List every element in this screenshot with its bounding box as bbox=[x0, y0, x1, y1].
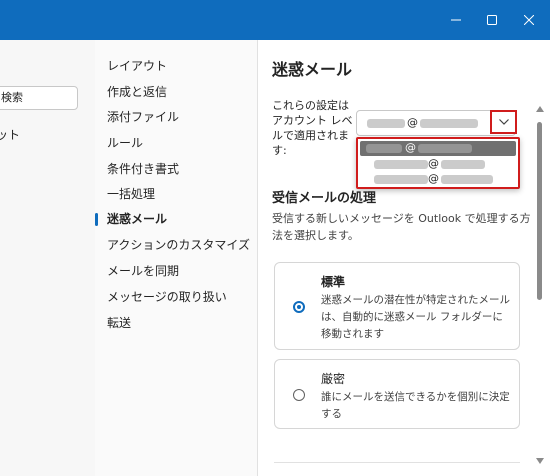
section-description: 受信する新しいメッセージを Outlook で処理する方法を選択します。 bbox=[272, 212, 531, 242]
option-strict-description: 誰にメールを送信できるかを個別に決定する bbox=[321, 391, 510, 420]
blurred-option-domain bbox=[441, 160, 485, 169]
title-bar bbox=[0, 0, 550, 40]
nav-item-conditional[interactable]: 条件付き書式 bbox=[107, 160, 179, 178]
account-label: これらの設定はアカウント レベルで適用されます: bbox=[272, 99, 353, 157]
settings-search-input[interactable]: 検索 bbox=[0, 86, 78, 110]
nav-item-junk-email[interactable]: 迷惑メール bbox=[107, 210, 167, 228]
scroll-up-icon[interactable] bbox=[536, 106, 544, 112]
option-strict[interactable]: 厳密 誰にメールを送信できるかを個別に決定する bbox=[274, 359, 520, 429]
settings-panel: 迷惑メール これらの設定はアカウント レベルで適用されます: @ @ @ @ 受… bbox=[258, 40, 550, 476]
blurred-option-domain bbox=[418, 144, 472, 153]
account-dropdown-list: @ @ @ bbox=[356, 137, 520, 189]
option-at-symbol: @ bbox=[428, 172, 439, 185]
section-title: 受信メールの処理 bbox=[272, 191, 377, 206]
nav-active-indicator bbox=[95, 213, 98, 226]
left-pane: 検索 ット bbox=[0, 40, 95, 476]
nav-item-customize-actions[interactable]: アクションのカスタマイズ bbox=[107, 236, 250, 254]
dropdown-option[interactable]: @ bbox=[360, 141, 516, 156]
minimize-icon bbox=[450, 19, 461, 21]
minimize-button[interactable] bbox=[437, 0, 474, 40]
blurred-account-domain bbox=[420, 119, 478, 128]
dropdown-option[interactable]: @ bbox=[360, 157, 516, 172]
settings-nav: レイアウト 作成と返信 添付ファイル ルール 条件付き書式 一括処理 迷惑メール… bbox=[95, 40, 258, 476]
nav-item-layout[interactable]: レイアウト bbox=[107, 57, 167, 75]
close-icon bbox=[523, 15, 534, 25]
blurred-option-domain bbox=[441, 175, 493, 184]
scrollbar-thumb[interactable] bbox=[537, 122, 542, 300]
option-at-symbol: @ bbox=[428, 157, 439, 170]
option-standard-description: 迷惑メールの潜在性が特定されたメールは、自動的に迷惑メール フォルダーに移動され… bbox=[321, 294, 510, 340]
page-title: 迷惑メール bbox=[272, 60, 353, 79]
option-strict-title: 厳密 bbox=[321, 372, 346, 386]
nav-item-attachments[interactable]: 添付ファイル bbox=[107, 108, 179, 126]
close-button[interactable] bbox=[510, 0, 547, 40]
nav-item-rules[interactable]: ルール bbox=[107, 134, 143, 152]
divider bbox=[274, 462, 520, 463]
option-standard[interactable]: 標準 迷惑メールの潜在性が特定されたメールは、自動的に迷惑メール フォルダーに移… bbox=[274, 262, 520, 350]
option-at-symbol: @ bbox=[405, 141, 416, 154]
dropdown-option[interactable]: @ bbox=[360, 172, 516, 187]
nav-item-forwarding[interactable]: 転送 bbox=[107, 314, 131, 332]
option-standard-title: 標準 bbox=[321, 275, 346, 289]
maximize-icon bbox=[486, 15, 497, 25]
chevron-down-icon bbox=[498, 119, 509, 125]
nav-item-message-handling[interactable]: メッセージの取り扱い bbox=[107, 288, 227, 306]
nav-item-sweep[interactable]: 一括処理 bbox=[107, 185, 155, 203]
scroll-down-icon[interactable] bbox=[536, 458, 544, 464]
blurred-account-name bbox=[367, 119, 405, 128]
nav-item-sync-email[interactable]: メールを同期 bbox=[107, 262, 179, 280]
left-pane-item[interactable]: ット bbox=[0, 126, 20, 143]
blurred-option-name bbox=[374, 175, 428, 184]
blurred-option-name bbox=[374, 160, 428, 169]
maximize-button[interactable] bbox=[473, 0, 510, 40]
radio-standard[interactable] bbox=[293, 301, 305, 313]
account-dropdown-button[interactable] bbox=[490, 110, 517, 134]
radio-strict[interactable] bbox=[293, 389, 305, 401]
blurred-option-name bbox=[366, 144, 402, 153]
account-at-symbol: @ bbox=[407, 116, 418, 129]
nav-item-compose[interactable]: 作成と返信 bbox=[107, 83, 167, 101]
